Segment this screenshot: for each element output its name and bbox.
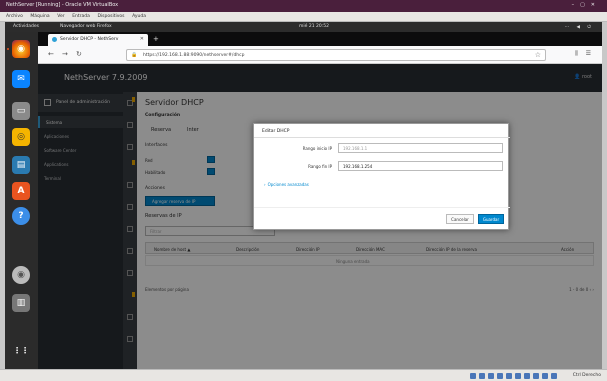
software-icon[interactable]: A [12,182,30,200]
edit-dhcp-modal: Editar DHCP Rango inicio IP 192.168.1.1 … [253,123,510,230]
modal-header: Editar DHCP [254,124,510,138]
rhythmbox-icon[interactable]: ◎ [12,128,30,146]
recording-icon[interactable] [533,373,539,379]
firefox-window: Servidor DHCP - NethServ ✕ + ← → ↻ 🔒 htt… [38,32,602,369]
clock[interactable]: mié 21 20:52 [299,24,329,29]
chevron-right-icon: › [264,182,266,187]
reload-icon[interactable]: ↻ [76,50,82,58]
hamburger-menu-icon[interactable]: ⫼ ☰ [575,50,594,58]
files-icon[interactable]: ▭ [12,102,30,120]
vbox-menubar: Archivo Máquina Ver Entrada Dispositivos… [0,12,607,22]
range-end-label: Rango fin IP [308,164,332,169]
close-tab-icon[interactable]: ✕ [140,36,144,42]
usb-icon[interactable] [506,373,512,379]
guest-screen: Actividades Navegador web Firefox mié 21… [5,22,602,369]
cd-icon[interactable]: ◉ [12,266,30,284]
vbox-statusbar: Ctrl Derecho [0,369,607,381]
range-end-input[interactable]: 192.168.1.254 [338,161,503,171]
trash-icon[interactable]: ▥ [12,294,30,312]
help-icon[interactable]: ? [12,207,30,225]
menu-archivo[interactable]: Archivo [6,14,23,19]
tab-strip: Servidor DHCP - NethServ ✕ + [38,32,602,46]
vbox-title: NethServer [Running] - Oracle VM Virtual… [6,2,119,8]
nav-bar: ← → ↻ 🔒 https://192.168.1.88:9090/nethse… [38,46,602,64]
activities-button[interactable]: Actividades [13,24,39,29]
thunderbird-icon[interactable]: ✉ [12,70,30,88]
back-icon[interactable]: ← [48,50,54,58]
tab-title: Servidor DHCP - NethServ [60,37,119,42]
favicon-icon [52,37,57,42]
range-start-input[interactable]: 192.168.1.1 [338,143,503,153]
vbox-titlebar: NethServer [Running] - Oracle VM Virtual… [0,0,607,12]
nethserver-app: NethServer 7.9.2009 👤 root Panel de admi… [38,64,602,369]
menu-ayuda[interactable]: Ayuda [132,14,146,19]
new-tab-icon[interactable]: + [153,35,159,43]
app-grid-icon[interactable]: ⋮⋮ [12,341,30,359]
modal-title: Editar DHCP [262,129,290,134]
range-start-label: Rango inicio IP [302,146,332,151]
active-indicator [7,48,9,50]
display-icon[interactable] [524,373,530,379]
menu-ver[interactable]: Ver [57,14,64,19]
mouse-integration-icon[interactable] [542,373,548,379]
network-status-icon[interactable] [497,373,503,379]
firefox-icon[interactable]: ◉ [12,40,30,58]
url-bar[interactable]: 🔒 https://192.168.1.88:9090/nethserver#/… [126,49,546,61]
app-menu[interactable]: Navegador web Firefox [60,24,112,29]
forward-icon[interactable]: → [62,50,68,58]
cancel-button[interactable]: Cancelar [446,214,474,224]
menu-maquina[interactable]: Máquina [30,14,49,19]
advanced-options-link[interactable]: › Opciones avanzadas [264,182,309,187]
shared-folder-icon[interactable] [515,373,521,379]
keyboard-icon[interactable] [551,373,557,379]
menu-dispositivos[interactable]: Dispositivos [97,14,124,19]
save-button[interactable]: Guardar [478,214,504,224]
advanced-options-label: Opciones avanzadas [267,182,309,187]
tab-dhcp[interactable]: Servidor DHCP - NethServ ✕ [48,34,148,46]
audio-icon[interactable] [488,373,494,379]
menu-entrada[interactable]: Entrada [72,14,90,19]
host-key-label: Ctrl Derecho [572,373,601,378]
ubuntu-top-panel: Actividades Navegador web Firefox mié 21… [5,22,602,32]
url-text[interactable]: https://192.168.1.88:9090/nethserver#/dh… [143,53,244,58]
window-controls[interactable]: –▢✕ [572,2,601,8]
bookmark-star-icon[interactable]: ☆ [535,51,541,59]
libreoffice-writer-icon[interactable]: ▤ [12,156,30,174]
optical-icon[interactable] [479,373,485,379]
system-tray[interactable]: ⋯ ◀ ⏻ [565,24,594,30]
lock-icon[interactable]: 🔒 [131,52,137,58]
ubuntu-dock: ◉ ✉ ▭ ◎ ▤ A ? ◉ ▥ ⋮⋮ [5,32,38,369]
hdd-icon[interactable] [470,373,476,379]
